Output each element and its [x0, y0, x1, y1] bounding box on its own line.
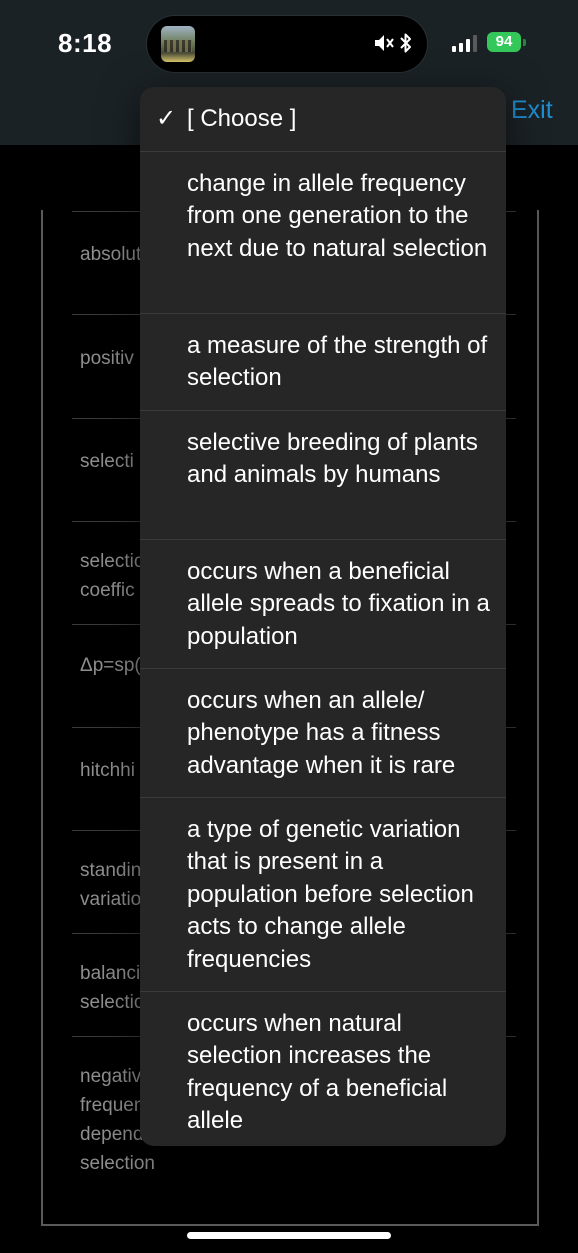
- dropdown-option[interactable]: a measure of the strength of selection: [140, 314, 506, 411]
- bluetooth-icon: [400, 33, 411, 53]
- dropdown-option[interactable]: occurs when a beneficial allele spreads …: [140, 540, 506, 669]
- dropdown-option[interactable]: selective breeding of plants and animals…: [140, 411, 506, 540]
- status-time: 8:18: [58, 28, 113, 58]
- exit-button[interactable]: Exit: [511, 96, 553, 125]
- speaker-muted-icon: [375, 35, 394, 51]
- term-label: selectio coeffic: [80, 551, 145, 601]
- dropdown-option[interactable]: change in allele frequency from one gene…: [140, 152, 506, 314]
- now-playing-thumbnail: [161, 26, 195, 62]
- dynamic-island[interactable]: [147, 16, 427, 72]
- term-label: standin variatio: [80, 860, 142, 910]
- dropdown-option-choose[interactable]: ✓ [ Choose ]: [140, 87, 506, 152]
- option-label: selective breeding of plants and animals…: [187, 429, 478, 489]
- option-label: [ Choose ]: [187, 105, 297, 132]
- option-label: occurs when natural selection increases …: [187, 1010, 448, 1135]
- option-label: a type of genetic variation that is pres…: [187, 816, 474, 973]
- checkmark-icon: ✓: [156, 105, 177, 132]
- answer-dropdown-menu[interactable]: ✓ [ Choose ] change in allele frequency …: [140, 87, 506, 1146]
- island-icons: [373, 32, 413, 54]
- option-label: occurs when an allele/ phenotype has a f…: [187, 687, 456, 779]
- cellular-signal-icon: [452, 35, 477, 52]
- dropdown-option[interactable]: a type of genetic variation that is pres…: [140, 798, 506, 992]
- term-label: balanci selectio: [80, 963, 145, 1013]
- home-indicator[interactable]: [187, 1232, 391, 1239]
- dropdown-option[interactable]: occurs when natural selection increases …: [140, 992, 506, 1146]
- option-label: change in allele frequency from one gene…: [187, 170, 488, 262]
- option-label: occurs when a beneficial allele spreads …: [187, 558, 490, 650]
- battery-tip: [523, 39, 526, 46]
- dropdown-option[interactable]: occurs when an allele/ phenotype has a f…: [140, 669, 506, 798]
- option-label: a measure of the strength of selection: [187, 332, 488, 392]
- battery-indicator: 94: [487, 32, 521, 52]
